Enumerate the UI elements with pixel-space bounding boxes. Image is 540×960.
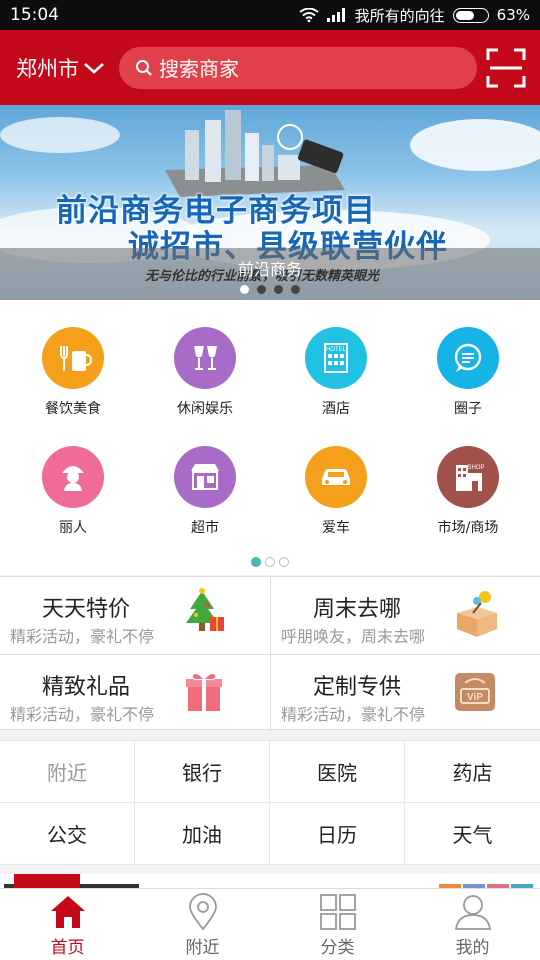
- wifi-icon: [299, 8, 319, 22]
- hotel-icon: HOTEL: [305, 327, 367, 389]
- quick-link-weather[interactable]: 天气: [405, 803, 540, 865]
- tab-label: 分类: [320, 938, 355, 958]
- scan-button[interactable]: [486, 48, 526, 88]
- home-icon: [50, 896, 85, 928]
- user-icon: [454, 895, 491, 930]
- promo-subtitle: 精彩活动，豪礼不停: [281, 705, 426, 724]
- banner-dot[interactable]: [240, 285, 249, 294]
- beauty-icon: [42, 446, 104, 508]
- promo-subtitle: 精彩活动，豪礼不停: [10, 627, 155, 646]
- tab-label: 附近: [185, 938, 220, 958]
- tab-categories[interactable]: 分类: [270, 889, 405, 960]
- category-item[interactable]: SHOP 市场/商场: [402, 446, 534, 537]
- tab-label: 我的: [455, 938, 490, 958]
- tab-label: 首页: [50, 938, 85, 958]
- banner-dot[interactable]: [274, 285, 283, 294]
- quick-link-pharmacy[interactable]: 药店: [405, 741, 540, 803]
- category-item[interactable]: 圈子: [402, 327, 534, 418]
- battery-fill: [455, 10, 474, 20]
- banner-pagination: [0, 285, 540, 294]
- quick-link-bus[interactable]: 公交: [0, 803, 135, 865]
- category-label: 酒店: [322, 401, 350, 417]
- battery-icon: [452, 7, 489, 23]
- promo-daily-deals[interactable]: 天天特价 精彩活动，豪礼不停: [0, 577, 269, 653]
- category-label: 休闲娱乐: [177, 401, 233, 417]
- quick-links-grid: 附近 银行 医院 药店 公交 加油 日历 天气: [0, 740, 540, 865]
- banner-carousel[interactable]: 前沿商务电子商务项目 诚招市、县级联营伙伴 无与伦比的行业前景，吸引无数精英眼光…: [0, 105, 540, 300]
- category-item[interactable]: 丽人: [7, 446, 139, 537]
- signal-icon: [326, 8, 345, 22]
- promo-title: 周末去哪: [313, 597, 402, 622]
- city-name: 郑州市: [16, 56, 79, 81]
- gift-icon: [186, 673, 222, 711]
- tab-nearby[interactable]: 附近: [135, 889, 270, 960]
- quick-link-hospital[interactable]: 医院: [270, 741, 405, 803]
- svg-text:HOTEL: HOTEL: [326, 347, 347, 353]
- vip-icon: ViP: [455, 673, 495, 711]
- category-item[interactable]: 超市: [139, 446, 271, 537]
- top-header: 郑州市 搜索商家: [0, 30, 540, 105]
- partial-tag: [14, 874, 80, 888]
- category-item[interactable]: HOTEL 酒店: [270, 327, 402, 418]
- quick-link-bank[interactable]: 银行: [135, 741, 270, 803]
- tab-home[interactable]: 首页: [0, 889, 135, 960]
- chevron-down-icon: [84, 62, 104, 74]
- mall-icon: SHOP: [437, 446, 499, 508]
- category-pagination: [0, 557, 540, 567]
- category-label: 市场/商场: [437, 520, 499, 536]
- food-icon: [42, 327, 104, 389]
- banner-dot[interactable]: [291, 285, 300, 294]
- quick-link-nearby[interactable]: 附近: [0, 741, 135, 803]
- promo-custom[interactable]: 定制专供 精彩活动，豪礼不停 ViP: [271, 655, 540, 731]
- category-label: 超市: [191, 520, 219, 536]
- category-label: 餐饮美食: [45, 401, 101, 417]
- store-icon: [174, 446, 236, 508]
- banner-dot[interactable]: [257, 285, 266, 294]
- promo-weekend[interactable]: 周末去哪 呼朋唤友，周末去哪: [271, 577, 540, 653]
- category-page-dot[interactable]: [251, 557, 261, 567]
- category-label: 丽人: [59, 520, 87, 536]
- status-bar: 15:04 我所有的向往 63%: [0, 0, 540, 30]
- christmas-tree-icon: [186, 588, 224, 631]
- city-selector[interactable]: 郑州市: [16, 53, 105, 83]
- category-label: 圈子: [454, 401, 482, 417]
- app-screen: 15:04 我所有的向往 63% 郑州市 搜索商家 前沿商务电子商务项目 诚招市…: [0, 0, 540, 960]
- quick-link-fuel[interactable]: 加油: [135, 803, 270, 865]
- category-item[interactable]: 爱车: [270, 446, 402, 537]
- promo-title: 精致礼品: [42, 675, 131, 700]
- promo-subtitle: 呼朋唤友，周末去哪: [281, 627, 426, 646]
- status-time: 15:04: [10, 5, 59, 25]
- category-label: 爱车: [322, 520, 350, 536]
- tab-profile[interactable]: 我的: [405, 889, 540, 960]
- gift-box-open-icon: [457, 591, 497, 637]
- search-placeholder: 搜索商家: [159, 57, 239, 81]
- promo-section: 天天特价 精彩活动，豪礼不停 周末去哪 呼朋唤友，周末去哪 精致礼品 精彩活动，…: [0, 576, 540, 731]
- category-item[interactable]: 餐饮美食: [7, 327, 139, 418]
- promo-subtitle: 精彩活动，豪礼不停: [10, 705, 155, 724]
- battery-percent: 63%: [496, 6, 530, 24]
- promo-divider-horizontal: [0, 654, 540, 655]
- bottom-tab-bar: 首页 附近 分类 我的: [0, 888, 540, 960]
- category-page-dot[interactable]: [265, 557, 275, 567]
- promo-title: 定制专供: [313, 675, 402, 700]
- svg-text:SHOP: SHOP: [467, 465, 484, 471]
- wine-glasses-icon: [174, 327, 236, 389]
- category-grid: 餐饮美食 休闲娱乐 HOTEL 酒店 圈子 丽人 超市 爱车 SHOP 市场/商…: [0, 300, 540, 575]
- banner-caption: 前沿商务: [237, 260, 302, 279]
- quick-link-calendar[interactable]: 日历: [270, 803, 405, 865]
- chat-bubble-icon: [437, 327, 499, 389]
- status-right: 我所有的向往 63%: [299, 5, 530, 26]
- svg-text:ViP: ViP: [467, 692, 483, 703]
- search-input[interactable]: 搜索商家: [119, 46, 477, 89]
- category-page-dot[interactable]: [279, 557, 289, 567]
- promo-gifts[interactable]: 精致礼品 精彩活动，豪礼不停: [0, 655, 269, 731]
- promo-title: 天天特价: [42, 597, 131, 622]
- category-item[interactable]: 休闲娱乐: [139, 327, 271, 418]
- grid-icon: [319, 894, 356, 930]
- scan-icon: [486, 48, 526, 87]
- location-pin-icon: [188, 893, 217, 931]
- car-icon: [305, 446, 367, 508]
- search-icon: [136, 59, 152, 76]
- carrier-name: 我所有的向往: [354, 6, 445, 25]
